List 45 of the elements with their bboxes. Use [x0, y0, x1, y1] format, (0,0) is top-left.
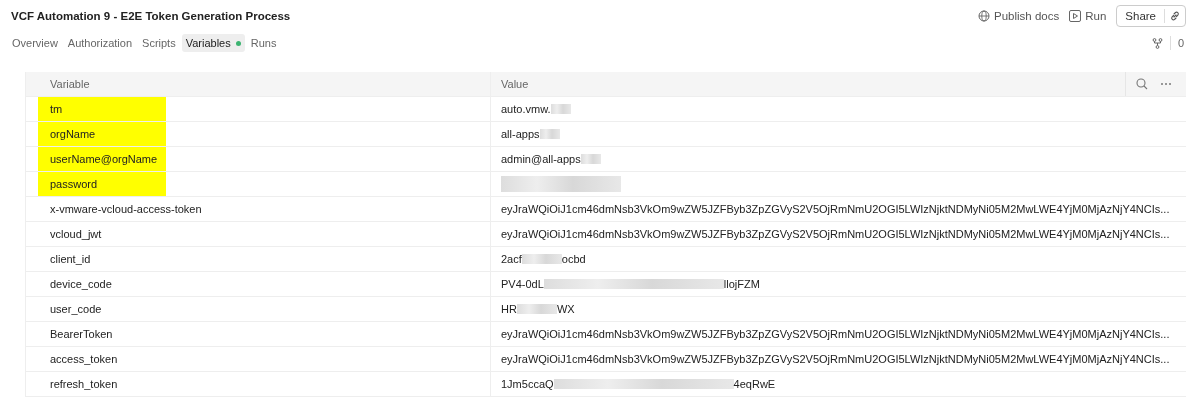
- tab[interactable]: Overview: [8, 34, 62, 52]
- table-cell: 4eqRwE: [733, 378, 776, 390]
- run-button[interactable]: Run: [1069, 10, 1107, 22]
- more-icon[interactable]: [1160, 82, 1172, 86]
- fork-count: 0: [1177, 37, 1184, 49]
- table-cell: eyJraWQiOiJ1cm46dmNsb3VkOm9wZW5JZFByb3ZpZGVyS2V5OjRmNmU2OGI5LWIzNjktNDMyNi05M2MwLWE4YjM0MjAzNjY4NCIs...: [501, 353, 1170, 365]
- share-button[interactable]: Share: [1117, 9, 1165, 23]
- tab[interactable]: Runs: [246, 34, 281, 52]
- table-cell: PV4-0dL: [501, 278, 544, 290]
- table-cell: llojFZM: [723, 278, 760, 290]
- globe-icon: [978, 10, 990, 22]
- fork-icon: [1151, 37, 1163, 49]
- column-header: Variable: [50, 78, 90, 90]
- page-title: VCF Automation 9 - E2E Token Generation Process: [11, 10, 291, 22]
- table-cell: refresh_token: [50, 378, 118, 390]
- search-icon[interactable]: [1136, 78, 1148, 90]
- play-icon: [1069, 10, 1082, 22]
- table-cell: password: [50, 178, 98, 190]
- table-cell: tm: [50, 103, 63, 115]
- table-cell: vcloud_jwt: [50, 228, 102, 240]
- table-cell: userName@orgName: [50, 153, 158, 165]
- table-cell: BearerToken: [50, 328, 113, 340]
- table-cell: ocbd: [561, 253, 586, 265]
- table-cell: x-vmware-vcloud-access-token: [50, 203, 202, 215]
- table-cell: user_code: [50, 303, 102, 315]
- table-cell: access_token: [50, 353, 118, 365]
- table-cell: eyJraWQiOiJ1cm46dmNsb3VkOm9wZW5JZFByb3ZpZGVyS2V5OjRmNmU2OGI5LWIzNjktNDMyNi05M2MwLWE4YjM0MjAzNjY4NCIs...: [501, 203, 1170, 215]
- link-icon: [1169, 10, 1181, 22]
- tab[interactable]: Variables: [181, 34, 245, 52]
- table-cell: auto.vmw.: [501, 103, 551, 115]
- table-cell: 1Jm5ccaQ: [501, 378, 554, 390]
- table-cell: device_code: [50, 278, 112, 290]
- table-cell: client_id: [50, 253, 91, 265]
- table-cell: 2acf: [501, 253, 522, 265]
- table-cell: WX: [556, 303, 575, 315]
- table-cell: eyJraWQiOiJ1cm46dmNsb3VkOm9wZW5JZFByb3ZpZGVyS2V5OjRmNmU2OGI5LWIzNjktNDMyNi05M2MwLWE4YjM0MjAzNjY4NCIs...: [501, 328, 1170, 340]
- table-cell: HR: [501, 303, 517, 315]
- tab[interactable]: Authorization: [63, 34, 137, 52]
- table-cell: admin@all-apps: [501, 153, 581, 165]
- table-cell: eyJraWQiOiJ1cm46dmNsb3VkOm9wZW5JZFByb3ZpZGVyS2V5OjRmNmU2OGI5LWIzNjktNDMyNi05M2MwLWE4YjM0MjAzNjY4NCIs...: [501, 228, 1170, 240]
- publish-docs-button[interactable]: Publish docs: [978, 10, 1060, 22]
- column-header: Value: [501, 78, 529, 90]
- table-cell: orgName: [50, 128, 96, 140]
- table-cell: all-apps: [501, 128, 540, 140]
- tab[interactable]: Scripts: [138, 34, 180, 52]
